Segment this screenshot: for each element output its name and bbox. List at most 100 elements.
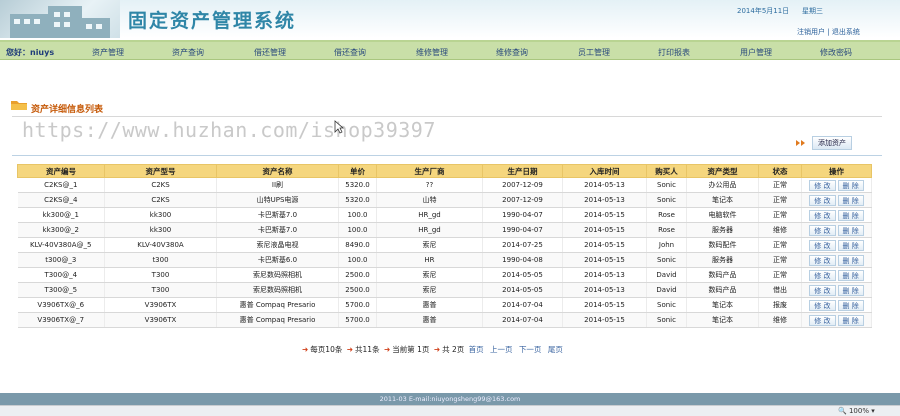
logout-user-link[interactable]: 注销用户 <box>797 28 825 36</box>
header: 固定资产管理系统 2014年5月11日 星期三 注销用户 | 退出系统 <box>0 0 900 38</box>
row-actions: 修 改删 除 <box>801 297 872 313</box>
footer: 2011-03 E-mail:niuyongsheng99@163.com <box>0 393 900 405</box>
delete-button[interactable]: 删 除 <box>837 194 864 206</box>
table-cell: 报废 <box>758 297 802 313</box>
table-cell: 5320.0 <box>338 177 377 193</box>
column-header[interactable]: 单价 <box>338 164 377 178</box>
delete-button[interactable]: 删 除 <box>837 254 864 266</box>
table-cell: HR_gd <box>376 207 483 223</box>
nav-item-asset-management[interactable]: 资产管理 <box>92 47 124 58</box>
edit-button[interactable]: 修 改 <box>809 224 836 236</box>
table-cell: 100.0 <box>338 222 377 238</box>
table-cell: 维修 <box>758 222 802 238</box>
section-divider <box>12 116 882 117</box>
table-cell: V3906TX@_7 <box>17 312 105 328</box>
table-cell: HR <box>376 252 483 268</box>
delete-button[interactable]: 删 除 <box>837 269 864 281</box>
table-row: T300@_5 T300 索尼数码照相机 2500.0 索尼 2014-05-05 2014… <box>17 282 872 298</box>
delete-button[interactable]: 删 除 <box>837 314 864 326</box>
edit-button[interactable]: 修 改 <box>809 299 836 311</box>
exit-system-link[interactable]: 退出系统 <box>832 28 860 36</box>
edit-button[interactable]: 修 改 <box>809 239 836 251</box>
table-cell: 1990-04-07 <box>482 222 563 238</box>
column-header: 操作 <box>801 164 872 178</box>
pager-next-link[interactable]: 下一页 <box>519 345 542 354</box>
row-actions: 修 改删 除 <box>801 252 872 268</box>
zoom-level[interactable]: 🔍 100% ▾ <box>838 407 875 415</box>
pager-prev-link[interactable]: 上一页 <box>490 345 513 354</box>
pager-last-link[interactable]: 尾页 <box>548 345 563 354</box>
table-cell: II刷 <box>216 177 339 193</box>
table-cell: 电脑软件 <box>686 207 759 223</box>
delete-button[interactable]: 删 除 <box>837 239 864 251</box>
table-cell: 索尼 <box>376 282 483 298</box>
edit-button[interactable]: 修 改 <box>809 284 836 296</box>
table-cell: 正常 <box>758 252 802 268</box>
delete-button[interactable]: 删 除 <box>837 299 864 311</box>
main-nav: 您好：niuys 资产管理 资产查询 借还管理 借还查询 维修管理 维修查询 员… <box>0 40 900 60</box>
delete-button[interactable]: 删 除 <box>837 284 864 296</box>
table-cell: 笔记本 <box>686 192 759 208</box>
delete-button[interactable]: 删 除 <box>837 224 864 236</box>
table-cell: C2KS <box>104 177 217 193</box>
table-cell: V3906TX@_6 <box>17 297 105 313</box>
table-cell: T300 <box>104 267 217 283</box>
row-actions: 修 改删 除 <box>801 267 872 283</box>
table-cell: 山特UPS电源 <box>216 192 339 208</box>
system-title: 固定资产管理系统 <box>128 10 297 32</box>
nav-item-staff-management[interactable]: 员工管理 <box>578 47 610 58</box>
nav-item-borrow-query[interactable]: 借还查询 <box>334 47 366 58</box>
delete-button[interactable]: 删 除 <box>837 209 864 221</box>
table-cell: t300 <box>104 252 217 268</box>
edit-button[interactable]: 修 改 <box>809 179 836 191</box>
table-cell: ?? <box>376 177 483 193</box>
column-header[interactable]: 资产类型 <box>686 164 759 178</box>
nav-item-repair-management[interactable]: 维修管理 <box>416 47 448 58</box>
table-cell: 2014-05-15 <box>562 207 647 223</box>
column-header[interactable]: 资产编号 <box>17 164 105 178</box>
column-header[interactable]: 资产型号 <box>104 164 217 178</box>
asset-table: 资产编号 资产型号 资产名称 单价 生产厂商 生产日期 入库时间 购买人 资产类… <box>17 164 872 328</box>
nav-item-user-management[interactable]: 用户管理 <box>740 47 772 58</box>
current-weekday: 星期三 <box>802 7 823 15</box>
table-cell: V3906TX <box>104 297 217 313</box>
table-row: V3906TX@_7 V3906TX 惠普 Compaq Presario 5700.… <box>17 312 872 328</box>
edit-button[interactable]: 修 改 <box>809 209 836 221</box>
edit-button[interactable]: 修 改 <box>809 269 836 281</box>
table-cell: 2014-05-13 <box>562 192 647 208</box>
table-cell: Rose <box>646 222 687 238</box>
pager-per-page: 每页10条 <box>310 345 343 354</box>
arrow-right-icon: ➜ <box>302 345 309 354</box>
edit-button[interactable]: 修 改 <box>809 194 836 206</box>
table-cell: 数码配件 <box>686 237 759 253</box>
table-cell: KLV-40V380A <box>104 237 217 253</box>
nav-item-print-report[interactable]: 打印报表 <box>658 47 690 58</box>
row-actions: 修 改删 除 <box>801 222 872 238</box>
table-header-row: 资产编号 资产型号 资产名称 单价 生产厂商 生产日期 入库时间 购买人 资产类… <box>17 164 872 178</box>
edit-button[interactable]: 修 改 <box>809 254 836 266</box>
delete-button[interactable]: 删 除 <box>837 179 864 191</box>
column-header[interactable]: 状态 <box>758 164 802 178</box>
table-cell: 笔记本 <box>686 297 759 313</box>
nav-item-change-password[interactable]: 修改密码 <box>820 47 852 58</box>
table-cell: 2014-05-13 <box>562 282 647 298</box>
edit-button[interactable]: 修 改 <box>809 314 836 326</box>
column-header[interactable]: 资产名称 <box>216 164 339 178</box>
column-header[interactable]: 生产日期 <box>482 164 563 178</box>
table-cell: David <box>646 282 687 298</box>
row-actions: 修 改删 除 <box>801 207 872 223</box>
table-cell: 1990-04-07 <box>482 207 563 223</box>
table-cell: 惠普 Compaq Presario <box>216 312 339 328</box>
nav-item-asset-query[interactable]: 资产查询 <box>172 47 204 58</box>
table-cell: 惠普 <box>376 297 483 313</box>
nav-item-borrow-management[interactable]: 借还管理 <box>254 47 286 58</box>
nav-item-repair-query[interactable]: 维修查询 <box>496 47 528 58</box>
table-cell: 100.0 <box>338 252 377 268</box>
column-header[interactable]: 生产厂商 <box>376 164 483 178</box>
column-header[interactable]: 入库时间 <box>562 164 647 178</box>
column-header[interactable]: 购买人 <box>646 164 687 178</box>
table-cell: 2500.0 <box>338 282 377 298</box>
add-asset-button[interactable]: 添加资产 <box>812 136 852 150</box>
pager-first-link[interactable]: 首页 <box>469 345 484 354</box>
table-cell: Sonic <box>646 297 687 313</box>
